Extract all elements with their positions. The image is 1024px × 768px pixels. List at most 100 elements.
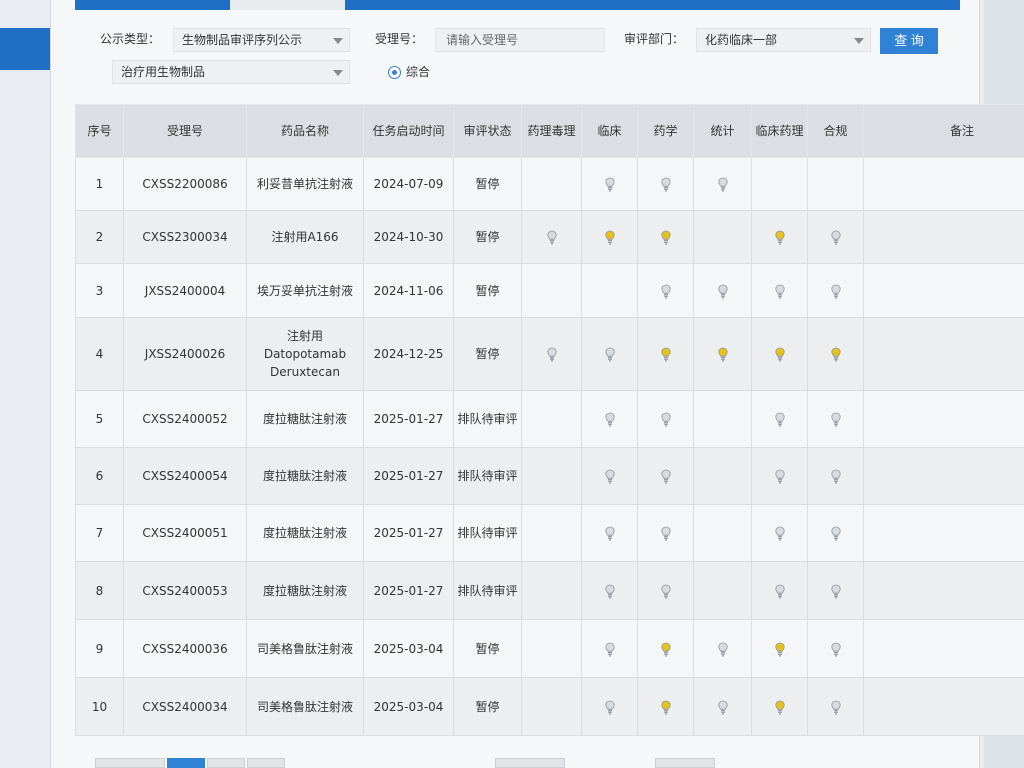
- cell-start-time: 2025-01-27: [363, 447, 454, 505]
- cell-clin-pharm: [751, 317, 808, 391]
- page-jump-input[interactable]: [655, 758, 715, 768]
- lightbulb-icon: [604, 526, 615, 541]
- lightbulb-icon: [604, 469, 615, 484]
- type-select-value: 生物制品审评序列公示: [182, 33, 303, 47]
- cell-pharm-tox: [521, 263, 582, 318]
- table-row[interactable]: 6 CXSS2400054 度拉糖肽注射液 2025-01-27 排队待审评: [75, 447, 1024, 505]
- cell-compliance: [807, 263, 864, 318]
- table-row[interactable]: 3 JXSS2400004 埃万妥单抗注射液 2024-11-06 暂停: [75, 263, 1024, 318]
- cell-accept-no: CXSS2400051: [123, 504, 247, 562]
- cell-drug-name: 司美格鲁肽注射液: [246, 677, 364, 736]
- table-row[interactable]: 2 CXSS2300034 注射用A166 2024-10-30 暂停: [75, 210, 1024, 264]
- page-button[interactable]: [247, 758, 285, 768]
- table-header-row: 序号 受理号 药品名称 任务启动时间 审评状态 药理毒理 临床 药学 统计 临床…: [75, 104, 1024, 158]
- page-prev-button[interactable]: [95, 758, 165, 768]
- col-header-status: 审评状态: [453, 104, 522, 158]
- lightbulb-icon: [717, 177, 728, 192]
- lightbulb-icon: [717, 284, 728, 298]
- cell-clin-pharm: [751, 263, 808, 318]
- active-tab[interactable]: [230, 0, 345, 10]
- col-header-compliance: 合规: [807, 104, 864, 158]
- cell-compliance: [807, 677, 864, 736]
- cell-pharm-tox: [521, 677, 582, 736]
- cell-remarks: [863, 619, 1024, 678]
- type-select[interactable]: 生物制品审评序列公示: [173, 28, 350, 52]
- cell-status: 暂停: [453, 677, 522, 736]
- lightbulb-icon: [830, 284, 841, 298]
- filter-bar: 公示类型： 生物制品审评序列公示 受理号： 请输入受理号 审评部门： 化药临床一…: [75, 26, 960, 92]
- page-next-button[interactable]: [495, 758, 565, 768]
- radio-comprehensive[interactable]: [388, 66, 401, 79]
- cell-pharm-tox: [521, 619, 582, 678]
- cell-clinical: [581, 210, 638, 264]
- cell-row-no: 4: [75, 317, 124, 391]
- cell-row-no: 8: [75, 561, 124, 620]
- lightbulb-icon: [604, 230, 615, 245]
- page-button[interactable]: [207, 758, 245, 768]
- lightbulb-icon: [774, 412, 785, 427]
- dept-select[interactable]: 化药临床一部: [696, 28, 871, 52]
- cell-start-time: 2025-03-04: [363, 677, 454, 736]
- table-row[interactable]: 1 CXSS2200086 利妥昔单抗注射液 2024-07-09 暂停: [75, 157, 1024, 211]
- cell-row-no: 6: [75, 447, 124, 505]
- dept-label: 审评部门：: [624, 32, 685, 46]
- cell-drug-name: 度拉糖肽注射液: [246, 561, 364, 620]
- cell-remarks: [863, 677, 1024, 736]
- cell-remarks: [863, 390, 1024, 448]
- lightbulb-icon: [830, 700, 841, 714]
- cell-statistics: [693, 619, 752, 678]
- lightbulb-icon: [660, 284, 671, 298]
- cell-pharmacy: [637, 447, 694, 505]
- table-row[interactable]: 7 CXSS2400051 度拉糖肽注射液 2025-01-27 排队待审评: [75, 504, 1024, 562]
- cell-clinical: [581, 317, 638, 391]
- lightbulb-icon: [546, 347, 557, 362]
- cell-pharm-tox: [521, 317, 582, 391]
- cell-pharmacy: [637, 619, 694, 678]
- cell-statistics: [693, 390, 752, 448]
- cell-start-time: 2024-12-25: [363, 317, 454, 391]
- cell-drug-name: 度拉糖肽注射液: [246, 447, 364, 505]
- lightbulb-icon: [774, 700, 785, 714]
- lightbulb-icon: [660, 526, 671, 541]
- cell-row-no: 7: [75, 504, 124, 562]
- dept-select-value: 化药临床一部: [705, 33, 778, 47]
- lightbulb-icon: [830, 347, 841, 362]
- table-row[interactable]: 9 CXSS2400036 司美格鲁肽注射液 2025-03-04 暂停: [75, 619, 1024, 678]
- cell-remarks: [863, 447, 1024, 505]
- col-header-clinical: 临床: [581, 104, 638, 158]
- cell-compliance: [807, 619, 864, 678]
- cell-drug-name: 注射用A166: [246, 210, 364, 264]
- lightbulb-icon: [774, 469, 785, 484]
- lightbulb-icon: [830, 412, 841, 427]
- table-row[interactable]: 5 CXSS2400052 度拉糖肽注射液 2025-01-27 排队待审评: [75, 390, 1024, 448]
- cell-accept-no: CXSS2400054: [123, 447, 247, 505]
- lightbulb-icon: [604, 347, 615, 362]
- cell-statistics: [693, 263, 752, 318]
- lightbulb-icon: [604, 412, 615, 427]
- cell-statistics: [693, 157, 752, 211]
- cell-row-no: 2: [75, 210, 124, 264]
- table-row[interactable]: 10 CXSS2400034 司美格鲁肽注射液 2025-03-04 暂停: [75, 677, 1024, 736]
- cell-row-no: 1: [75, 157, 124, 211]
- cell-pharmacy: [637, 390, 694, 448]
- cell-statistics: [693, 677, 752, 736]
- table-row[interactable]: 8 CXSS2400053 度拉糖肽注射液 2025-01-27 排队待审评: [75, 561, 1024, 620]
- cell-clinical: [581, 390, 638, 448]
- accept-input[interactable]: 请输入受理号: [435, 28, 605, 52]
- cell-start-time: 2025-01-27: [363, 390, 454, 448]
- page-current-button[interactable]: [167, 758, 205, 768]
- cell-clin-pharm: [751, 677, 808, 736]
- lightbulb-icon: [830, 584, 841, 598]
- cell-status: 排队待审评: [453, 561, 522, 620]
- lightbulb-icon: [660, 642, 671, 656]
- cell-clin-pharm: [751, 619, 808, 678]
- cell-drug-name: 利妥昔单抗注射液: [246, 157, 364, 211]
- category-select[interactable]: 治疗用生物制品: [112, 60, 350, 84]
- table-row[interactable]: 4 JXSS2400026 注射用 Datopotamab Deruxtecan 20…: [75, 317, 1024, 391]
- cell-status: 排队待审评: [453, 390, 522, 448]
- query-button[interactable]: 查 询: [880, 28, 938, 54]
- cell-statistics: [693, 447, 752, 505]
- cell-accept-no: JXSS2400004: [123, 263, 247, 318]
- col-header-drug-name: 药品名称: [246, 104, 364, 158]
- cell-clinical: [581, 447, 638, 505]
